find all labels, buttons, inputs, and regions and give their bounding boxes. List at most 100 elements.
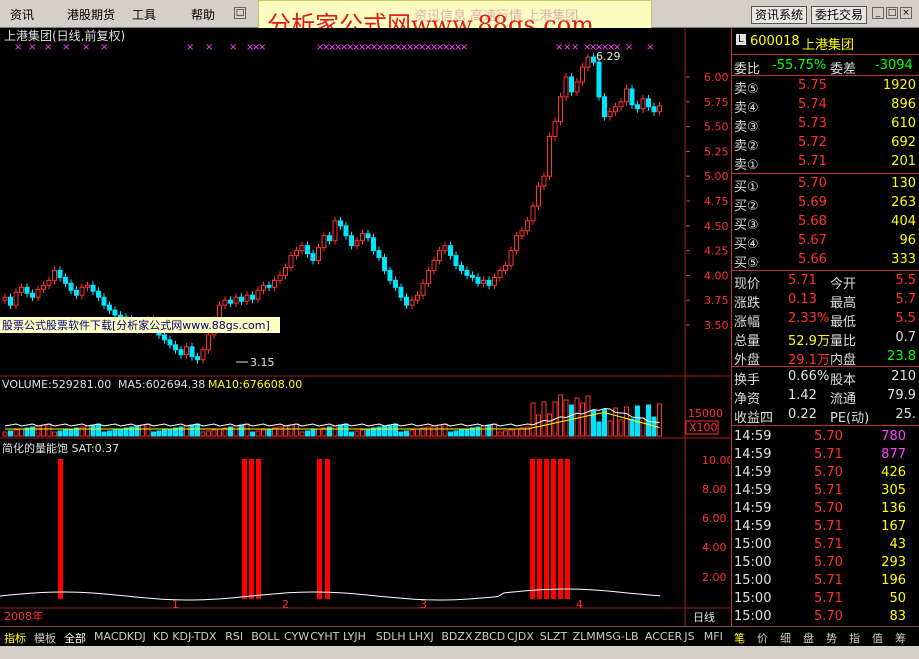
fundamental-row: 净资 1.42 流通 79.9 (732, 386, 919, 407)
signal-marker: × (229, 42, 237, 53)
menu-item-tools[interactable]: 工具 (132, 6, 156, 23)
menu-item-news[interactable]: 资讯 (10, 6, 34, 23)
sell-level-volume: 1920 (882, 78, 916, 93)
indicator-tab[interactable]: KDJ (127, 630, 146, 643)
candlestick-chart[interactable]: × × × × × × × × × ××× ××××××××××××××××××××××××× × × ×… (0, 28, 734, 626)
indicator-tick-10: 10.00 (702, 454, 730, 467)
signal-marker: × (62, 42, 70, 53)
tick-price: 5.70 (814, 555, 843, 570)
volume-bar (486, 424, 492, 437)
indicator-tab[interactable]: JS (684, 630, 694, 643)
fundamental-label: PE(动) (830, 411, 870, 426)
indicator-bar (551, 459, 556, 599)
candle-body (376, 250, 382, 259)
volume-bar (415, 428, 420, 437)
sell-level-price: 5.73 (798, 116, 827, 131)
detail-tab[interactable]: 价 (757, 630, 768, 646)
price-tick-label: 5.75 (704, 96, 729, 109)
menu-item-help[interactable]: 帮助 (191, 6, 215, 23)
indicator-tab[interactable]: 模板 (34, 630, 56, 646)
tick-price: 5.71 (814, 519, 843, 534)
detail-tab[interactable]: 值 (872, 630, 883, 646)
price-tick-label: 5.25 (704, 145, 729, 158)
indicator-tab[interactable]: ZBCD (474, 630, 505, 643)
price-tick-label: 3.50 (704, 319, 729, 332)
wei-cha-value: -3094 (875, 58, 913, 73)
indicator-tab[interactable]: MACD (94, 630, 127, 643)
stat-value: 0.7 (895, 330, 916, 345)
buy-level-price: 5.68 (798, 214, 827, 229)
detail-tab[interactable]: 笔 (734, 630, 745, 646)
indicator-tab[interactable]: 指标 (4, 630, 26, 646)
candle-body (398, 286, 404, 298)
volume-bar (453, 430, 459, 437)
indicator-tab[interactable]: LYJH (343, 630, 366, 643)
indicator-tab[interactable]: SDLH (376, 630, 406, 643)
volume-bar (63, 429, 68, 437)
trade-button[interactable]: 委托交易 (811, 6, 868, 24)
indicator-tab[interactable]: SG-LB (605, 630, 638, 643)
indicator-tab[interactable]: CJDX (507, 630, 534, 643)
sell-level-row: 卖③ 5.73 610 (732, 114, 919, 135)
indicator-tab[interactable]: 全部 (64, 630, 86, 646)
detail-tab[interactable]: 细 (780, 630, 791, 646)
volume-bar (112, 429, 118, 437)
candle-body (525, 220, 530, 232)
info-system-button[interactable]: 资讯系统 (751, 6, 808, 24)
volume-bar (492, 423, 497, 437)
volume-bar (343, 423, 349, 437)
x-label-3: 3 (420, 598, 427, 611)
indicator-tab[interactable]: LHXJ (409, 630, 434, 643)
minimize-icon[interactable]: _ (872, 7, 884, 19)
candle-body (486, 279, 492, 286)
indicator-tab[interactable]: ACCER (645, 630, 682, 643)
signal-marker: × (100, 42, 108, 53)
indicator-tab[interactable]: CYHT (310, 630, 339, 643)
indicator-tab[interactable]: SLZT (540, 630, 567, 643)
period-label[interactable]: 日线 (693, 610, 715, 624)
indicator-tab[interactable]: MFI (704, 630, 723, 643)
stat-value: 0.13 (788, 292, 817, 307)
indicator-tab[interactable]: KDJ-TDX (172, 630, 216, 643)
volume-bar (629, 418, 635, 437)
low-price-label: 3.15 (250, 356, 275, 369)
stat-value: 5.7 (895, 292, 916, 307)
volume-bar (398, 431, 404, 437)
volume-bar (79, 426, 85, 437)
candle-body (189, 346, 195, 358)
candle-body (382, 257, 387, 271)
candle-body (173, 344, 178, 351)
volume-bar (294, 423, 299, 437)
volume-bar (90, 424, 96, 437)
tick-row: 14:59 5.71 305 (732, 481, 919, 500)
indicator-tab[interactable]: RSI (225, 630, 243, 643)
indicator-tab[interactable]: CYW (284, 630, 309, 643)
indicator-tab[interactable]: BDZX (441, 630, 472, 643)
detail-tab[interactable]: 盘 (803, 630, 814, 646)
restore-icon[interactable]: □ (234, 7, 246, 19)
stat-row: 涨幅 2.33% 最低 5.5 (732, 309, 919, 330)
volume-bar (365, 428, 371, 437)
maximize-icon[interactable]: □ (886, 7, 898, 19)
tick-volume: 293 (881, 555, 906, 570)
tick-price: 5.71 (814, 573, 843, 588)
candle-body (277, 274, 283, 281)
detail-tab[interactable]: 筹 (895, 630, 906, 646)
buy-level-row: 买④ 5.67 96 (732, 231, 919, 252)
quote-panel: L 600018 上港集团 委比 -55.75% 委差 -3094 卖⑤ 5.75… (731, 28, 919, 626)
indicator-tab[interactable]: ZLMM (573, 630, 606, 643)
tick-volume: 305 (881, 483, 906, 498)
indicator-tab[interactable]: KD (153, 630, 169, 643)
chart-area[interactable]: × × × × × × × × × × × × × × × × × × × × × × × × × × × × × × × × × × × × × × × ×… (0, 28, 734, 626)
indicator-tab[interactable]: BOLL (251, 630, 279, 643)
tick-price: 5.70 (814, 429, 843, 444)
close-icon[interactable]: × (900, 7, 912, 19)
tick-row: 14:59 5.70 780 (732, 427, 919, 446)
l2-icon: L (736, 34, 746, 45)
volume-bar (607, 420, 613, 437)
menu-item-hk-futures[interactable]: 港股期货 (67, 6, 115, 23)
candle-body (508, 250, 514, 266)
detail-tab[interactable]: 势 (826, 630, 837, 646)
buy-level-volume: 333 (891, 252, 916, 267)
detail-tab[interactable]: 指 (849, 630, 860, 646)
